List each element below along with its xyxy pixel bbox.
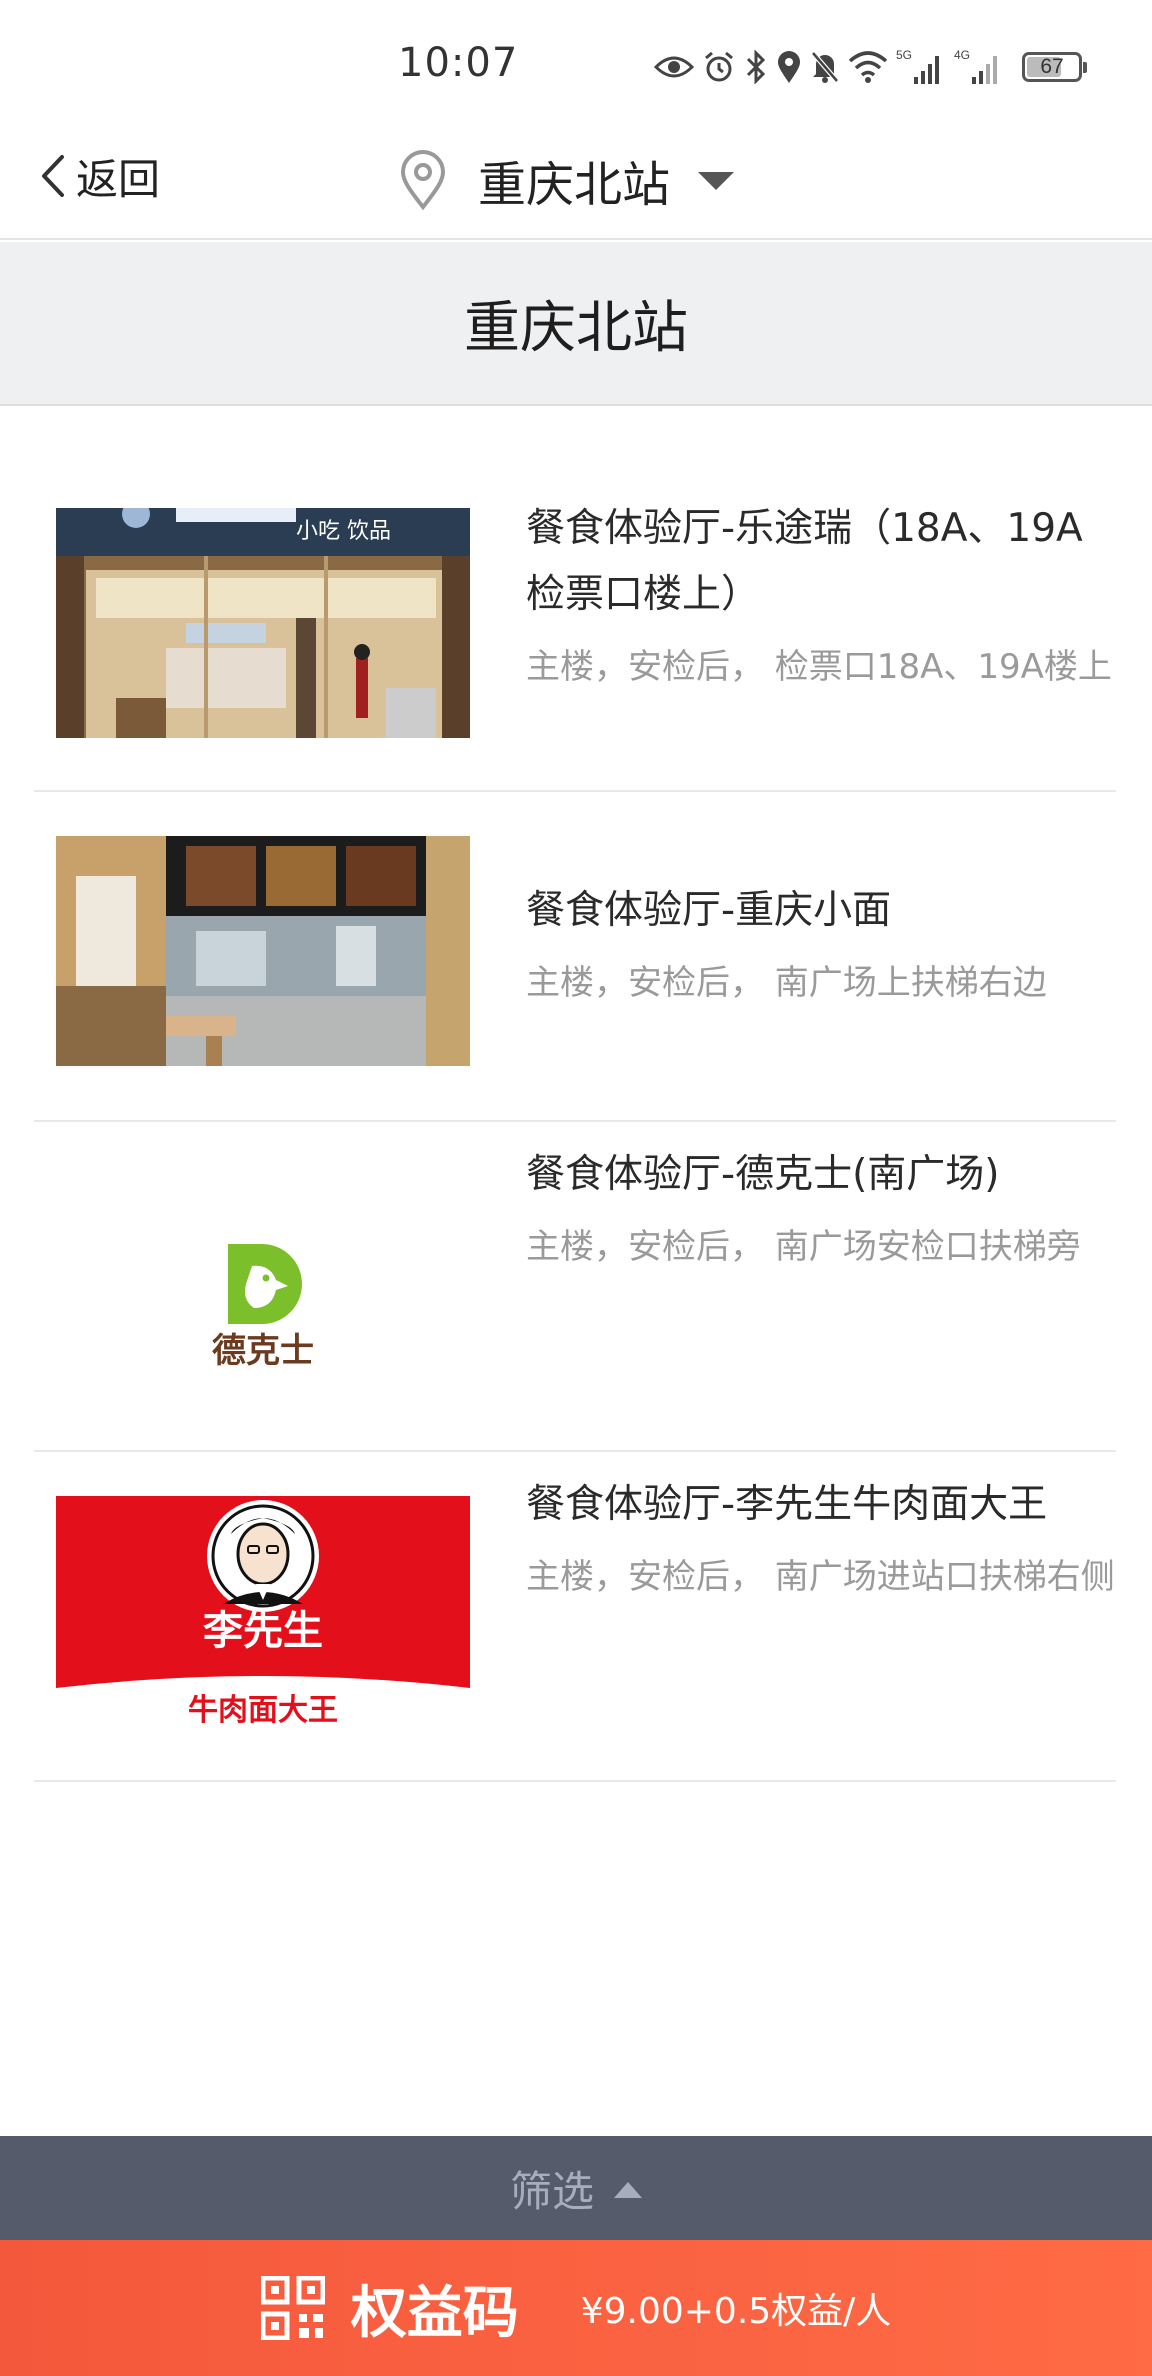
list-item[interactable]: 餐食体验厅-重庆小面 主楼，安检后， 南广场上扶梯右边 bbox=[34, 792, 1116, 1122]
restaurant-name: 餐食体验厅-李先生牛肉面大王 bbox=[526, 1482, 1048, 1527]
restaurant-info: 餐食体验厅-乐途瑞（18A、19A检票口楼上） 主楼，安检后， 检票口18A、1… bbox=[526, 496, 1116, 698]
alarm-icon bbox=[705, 51, 733, 82]
station-name: 重庆北站 bbox=[478, 157, 671, 213]
back-label: 返回 bbox=[76, 154, 161, 204]
list-item[interactable]: 德克士 餐食体验厅-德克士(南广场) 主楼，安检后， 南广场安检口扶梯旁 bbox=[34, 1122, 1116, 1452]
mr-lee-logo: 李先生 牛肉面大王 bbox=[56, 1496, 470, 1726]
back-button[interactable]: 返回 bbox=[36, 146, 160, 206]
price-text: ¥9.00+0.5权益/人 bbox=[580, 2291, 892, 2332]
restaurant-name: 餐食体验厅-乐途瑞（18A、19A检票口楼上） bbox=[526, 506, 1083, 617]
signal-4g-icon: 4G bbox=[954, 48, 997, 84]
list-item[interactable]: 小吃 饮品 餐食体验厅-乐途瑞（18A、19A检票口楼上） 主楼，安检后， 检票… bbox=[34, 408, 1116, 792]
status-time: 10:07 bbox=[398, 40, 519, 86]
restaurant-name: 餐食体验厅-德克士(南广场) bbox=[526, 1152, 1000, 1197]
qr-code-icon bbox=[260, 2276, 325, 2340]
svg-text:德克士: 德克士 bbox=[212, 1331, 314, 1371]
dicos-logo: 德克士 bbox=[56, 1168, 470, 1398]
eye-icon bbox=[654, 56, 694, 78]
header-band: 重庆北站 bbox=[0, 242, 1152, 406]
battery-level: 67 bbox=[1040, 55, 1064, 78]
sign-text: 小吃 饮品 bbox=[296, 519, 391, 544]
svg-text:牛肉面大王: 牛肉面大王 bbox=[188, 1693, 338, 1726]
svg-text:5G: 5G bbox=[896, 48, 912, 62]
restaurant-location: 主楼，安检后， 南广场安检口扶梯旁 bbox=[526, 1227, 1081, 1267]
svg-text:李先生: 李先生 bbox=[203, 1608, 323, 1654]
svg-text:4G: 4G bbox=[954, 48, 970, 62]
restaurant-name: 餐食体验厅-重庆小面 bbox=[526, 888, 892, 933]
restaurant-info: 餐食体验厅-德克士(南广场) 主楼，安检后， 南广场安检口扶梯旁 bbox=[526, 1142, 1116, 1278]
filter-label: 筛选 bbox=[509, 2166, 594, 2216]
caret-down-icon bbox=[698, 172, 735, 190]
restaurant-location: 主楼，安检后， 南广场上扶梯右边 bbox=[526, 963, 1047, 1003]
location-icon bbox=[778, 51, 800, 83]
signal-5g-icon: 5G bbox=[896, 48, 939, 84]
rights-code-button[interactable]: 权益码 ¥9.00+0.5权益/人 bbox=[0, 2240, 1152, 2376]
page-title: 重庆北站 bbox=[464, 295, 688, 361]
battery-icon: 67 bbox=[1022, 52, 1087, 82]
nav-bar: 返回 重庆北站 bbox=[0, 130, 1152, 240]
caret-up-icon bbox=[614, 2182, 642, 2198]
restaurant-location: 主楼，安检后， 南广场进站口扶梯右侧 bbox=[526, 1557, 1115, 1597]
list-item[interactable]: 李先生 牛肉面大王 餐食体验厅-李先生牛肉面大王 主楼，安检后， 南广场进站口扶… bbox=[34, 1452, 1116, 1782]
status-icons: 5G 4G 67 bbox=[654, 46, 1087, 88]
bluetooth-icon bbox=[746, 50, 766, 84]
rights-code-label: 权益码 bbox=[350, 2280, 519, 2346]
chevron-left-icon bbox=[42, 155, 64, 197]
wifi-icon bbox=[848, 51, 888, 83]
filter-button[interactable]: 筛选 bbox=[0, 2136, 1152, 2240]
status-bar: 10:07 5G 4G 67 bbox=[0, 0, 1152, 130]
location-pin-icon bbox=[400, 150, 446, 210]
mute-icon bbox=[811, 51, 839, 83]
restaurant-location: 主楼，安检后， 检票口18A、19A楼上 bbox=[526, 647, 1112, 687]
restaurant-info: 餐食体验厅-李先生牛肉面大王 主楼，安检后， 南广场进站口扶梯右侧 bbox=[526, 1472, 1116, 1608]
storefront-photo: 小吃 饮品 bbox=[56, 508, 470, 738]
restaurant-info: 餐食体验厅-重庆小面 主楼，安检后， 南广场上扶梯右边 bbox=[526, 878, 1116, 1014]
station-selector[interactable]: 重庆北站 bbox=[398, 140, 736, 220]
kitchen-counter-photo bbox=[56, 836, 470, 1066]
